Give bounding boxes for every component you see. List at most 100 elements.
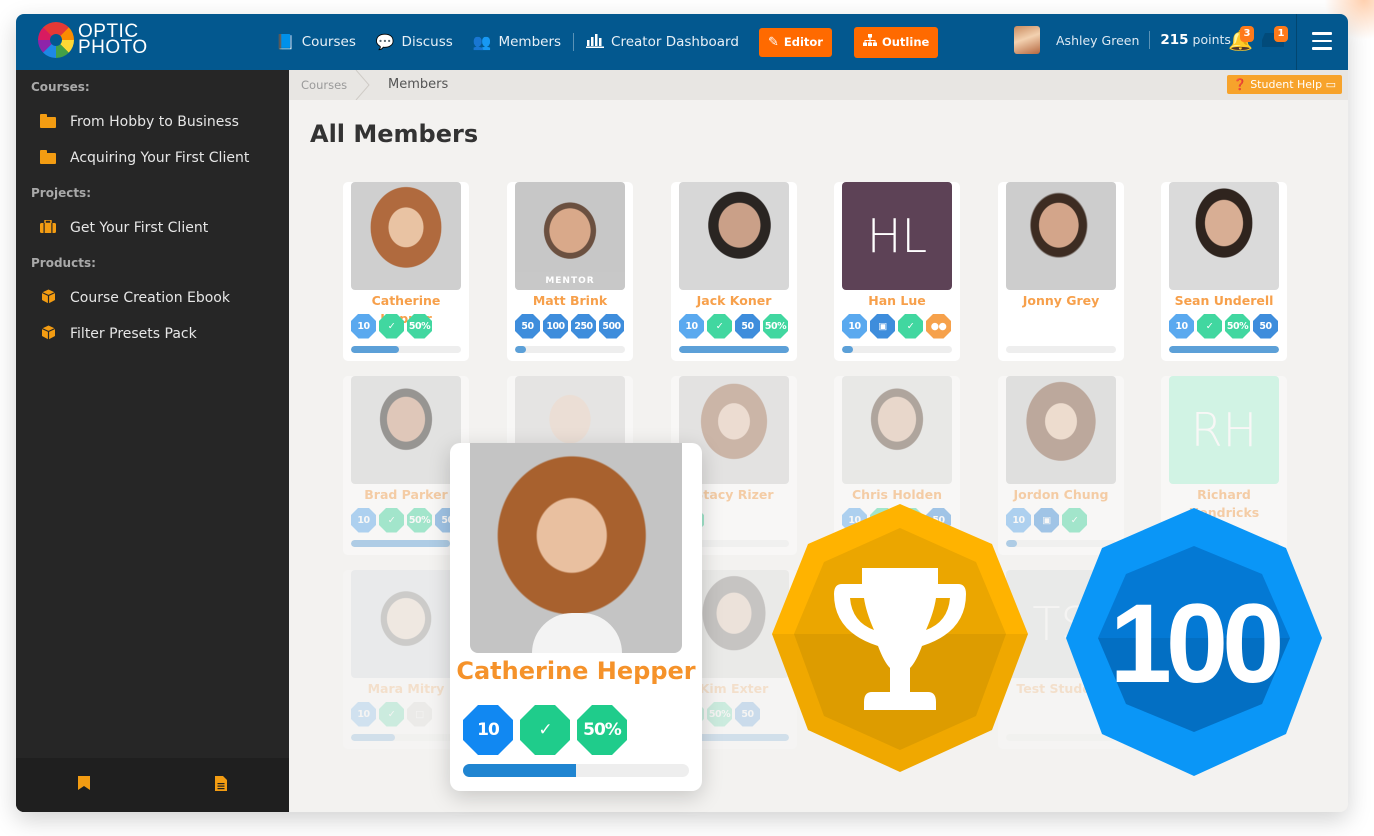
member-badges: 10 ✓ 50 50% xyxy=(679,312,789,340)
bookmark-icon[interactable] xyxy=(78,776,91,794)
featured-member-card[interactable]: Catherine Hepper 10 ✓ 50% xyxy=(450,443,702,791)
messages-button[interactable]: 1 xyxy=(1262,26,1288,52)
nav-members[interactable]: 👥 Members xyxy=(473,33,561,51)
member-name[interactable]: Richard Hendricks xyxy=(1169,486,1279,520)
member-photo xyxy=(351,182,461,290)
nav-creator-dashboard[interactable]: Creator Dashboard xyxy=(586,33,739,52)
sidebar-item-from-hobby-to-business[interactable]: From Hobby to Business xyxy=(16,104,289,140)
main-nav: 📘 Courses 💬 Discuss 👥 Members Creator Da… xyxy=(276,14,960,70)
member-badges: 10✓50%50 xyxy=(351,506,461,534)
sidebar-section-projects: Projects: xyxy=(31,186,91,200)
task-complete-badge-icon: ✓ xyxy=(1197,313,1222,339)
member-progress-bar xyxy=(1169,346,1279,353)
featured-progress-fill xyxy=(463,764,576,777)
hundred-points-badge: 100 xyxy=(1064,508,1324,778)
member-name[interactable]: Jonny Grey xyxy=(1006,292,1116,310)
nav-creator-dashboard-label: Creator Dashboard xyxy=(611,34,739,50)
member-progress-fill xyxy=(351,346,400,353)
points-value: 215 xyxy=(1160,32,1189,48)
featured-member-photo xyxy=(470,443,682,653)
sidebar-footer xyxy=(16,758,289,812)
nav-discuss[interactable]: 💬 Discuss xyxy=(376,33,453,51)
sidebar-item-get-your-first-client[interactable]: Get Your First Client xyxy=(16,210,289,246)
featured-progress-bar xyxy=(463,764,689,777)
user-menu[interactable]: Ashley Green 215 points xyxy=(1014,26,1231,54)
points-badge-50: 50 xyxy=(735,701,760,727)
user-name: Ashley Green xyxy=(1056,32,1140,48)
document-icon[interactable] xyxy=(214,775,227,795)
member-name[interactable]: Brad Parker xyxy=(351,486,461,504)
sitemap-icon xyxy=(862,33,877,51)
member-name[interactable]: Mara Mitry xyxy=(351,680,461,698)
notifications-count: 3 xyxy=(1240,26,1254,42)
breadcrumb-courses[interactable]: Courses xyxy=(301,78,347,92)
notifications-button[interactable]: 🔔 3 xyxy=(1228,26,1254,52)
logo[interactable]: OPTIC PHOTO xyxy=(38,22,148,58)
member-card[interactable]: Jonny Grey xyxy=(998,182,1124,361)
camera-badge-icon: ▣ xyxy=(1034,507,1059,533)
task-complete-badge-icon: ✓ xyxy=(379,507,404,533)
nav-members-label: Members xyxy=(498,34,562,50)
student-help-button[interactable]: ❓ Student Help ▭ xyxy=(1227,75,1342,94)
member-badges: 10 ✓ □ xyxy=(351,700,461,728)
outline-button[interactable]: Outline xyxy=(853,26,939,58)
points-badge-500: 500 xyxy=(599,313,624,339)
member-progress-bar xyxy=(515,346,625,353)
member-card[interactable]: HL Han Lue 10 ▣ ✓ ●● xyxy=(834,182,960,361)
member-name[interactable]: Sean Underell xyxy=(1169,292,1279,310)
sidebar-item-filter-presets-pack[interactable]: Filter Presets Pack xyxy=(16,316,289,352)
folder-icon xyxy=(40,149,56,164)
member-card[interactable]: Sean Underell 10 ✓ 50% 50 xyxy=(1161,182,1287,361)
hundred-points-label: 100 xyxy=(1109,580,1285,706)
member-card[interactable]: Jack Koner 10 ✓ 50 50% xyxy=(671,182,797,361)
user-avatar xyxy=(1014,26,1040,54)
folder-icon xyxy=(40,113,56,128)
member-photo: MENTOR xyxy=(515,182,625,290)
nav-divider xyxy=(573,33,575,51)
cube-icon xyxy=(40,289,56,308)
member-card[interactable]: Catherine Hepper 10 ✓ 50% xyxy=(343,182,469,361)
member-name[interactable]: Catherine Hepper xyxy=(351,292,461,326)
member-progress-bar xyxy=(351,734,461,741)
member-progress-fill xyxy=(351,540,450,547)
gift-badge-icon: □ xyxy=(407,701,432,727)
halfway-badge: 50% xyxy=(407,507,432,533)
task-complete-badge-icon: ✓ xyxy=(520,705,570,755)
users-icon: 👥 xyxy=(472,33,492,51)
member-name[interactable]: Jordon Chung xyxy=(1006,486,1116,504)
member-name[interactable]: Han Lue xyxy=(842,292,952,310)
task-complete-badge-icon: ✓ xyxy=(379,313,404,339)
menu-divider xyxy=(1296,14,1297,70)
member-card[interactable]: MENTOR Matt Brink 50 100 250 500 xyxy=(507,182,633,361)
points-badge-10: 10 xyxy=(679,313,704,339)
task-complete-badge-icon: ✓ xyxy=(707,313,732,339)
sidebar-section-products: Products: xyxy=(31,256,96,270)
member-photo xyxy=(679,182,789,290)
book-icon: 📘 xyxy=(276,33,295,51)
trophy-achievement-badge xyxy=(770,504,1030,774)
halfway-badge: 50% xyxy=(707,701,732,727)
points-badge-10: 10 xyxy=(842,313,867,339)
points-badge-50: 50 xyxy=(515,313,540,339)
user-divider xyxy=(1149,31,1151,49)
nav-courses[interactable]: 📘 Courses xyxy=(276,33,356,51)
sidebar-item-course-creation-ebook[interactable]: Course Creation Ebook xyxy=(16,280,289,316)
aperture-logo-icon xyxy=(38,22,74,58)
page-title: All Members xyxy=(310,120,479,148)
member-progress-fill xyxy=(515,346,526,353)
member-initials-avatar: RH xyxy=(1169,376,1279,484)
mentor-label: MENTOR xyxy=(515,272,625,290)
member-progress-bar xyxy=(351,346,461,353)
nav-discuss-label: Discuss xyxy=(401,34,453,50)
member-name[interactable]: Jack Koner xyxy=(679,292,789,310)
member-name[interactable]: Matt Brink xyxy=(515,292,625,310)
logo-text-line2: PHOTO xyxy=(78,37,148,58)
editor-button[interactable]: ✎ Editor xyxy=(758,27,832,57)
member-name[interactable]: Chris Holden xyxy=(842,486,952,504)
pencil-icon: ✎ xyxy=(767,34,779,50)
camera-badge-icon: ▣ xyxy=(870,313,895,339)
sidebar-item-acquiring-your-first-client[interactable]: Acquiring Your First Client xyxy=(16,140,289,176)
cube-icon xyxy=(40,325,56,344)
member-progress-bar xyxy=(679,346,789,353)
hamburger-menu-icon[interactable] xyxy=(1312,32,1332,50)
